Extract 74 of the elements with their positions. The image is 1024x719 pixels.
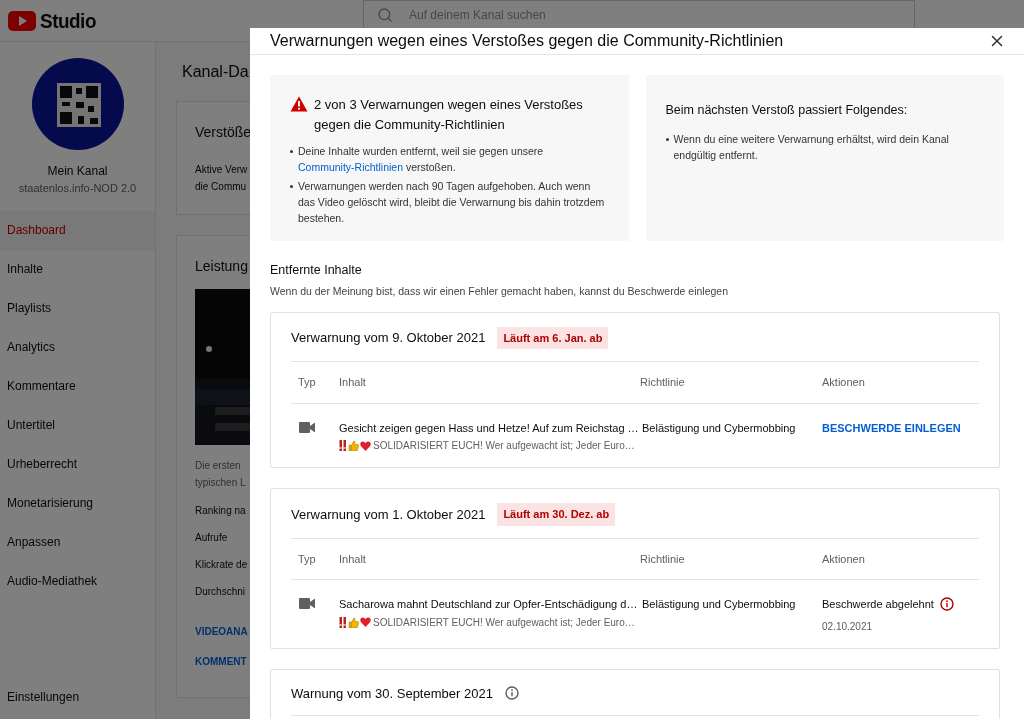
sidebar-item[interactable]: Playlists — [0, 288, 155, 328]
guidelines-link[interactable]: Community-Richtlinien — [298, 161, 404, 173]
metric-label: Klickrate de — [195, 558, 248, 572]
play-logo-icon[interactable] — [8, 10, 36, 31]
column-header: Inhalt — [339, 375, 367, 390]
card-title: Leistung — [195, 257, 248, 276]
double-exclamation-icon — [339, 440, 347, 451]
column-header: Typ — [297, 551, 317, 567]
column-header: Richtlinie — [640, 551, 686, 567]
warning-icon — [290, 96, 308, 112]
sidebar-item[interactable]: Dashboard — [0, 210, 155, 250]
bullet-icon — [290, 185, 293, 188]
appeal-button[interactable]: BESCHWERDE EINLEGEN — [822, 419, 979, 436]
dialog-title: Verwarnungen wegen eines Verstoßes gegen die Community-Richtlinien — [270, 31, 784, 51]
strike-title: Verwarnung vom 9. Oktober 2021 — [291, 329, 486, 347]
section-subtitle: Wenn du der Meinung bist, dass wir einen Fehler gemacht haben, kannst du Beschwerde einlegen — [270, 283, 729, 299]
bullet-text: Verwarnungen werden nach 90 Tagen aufgehoben. Auch wenn das Video gelöscht wird, bleibt die Verwarnung bis dahin trotzdem bestehen. — [298, 179, 606, 226]
video-camera-icon — [299, 598, 315, 609]
search-icon — [377, 7, 393, 23]
section-title: Entfernte Inhalte — [270, 262, 363, 279]
column-header: Aktionen — [822, 551, 866, 567]
consequence-title: Beim nächsten Verstoß passiert Folgendes: — [665, 103, 908, 117]
bullet-text: Wenn du eine weitere Verwarnung erhältst, wird dein Kanal endgültig entfernt. — [673, 132, 950, 163]
policy-cell-text: Belästigung und Cybermobbing — [641, 420, 797, 436]
column-header: Richtlinie — [640, 375, 686, 390]
column-header: Aktionen — [822, 375, 866, 390]
expiry-badge: Läuft am 6. Jan. ab — [497, 326, 609, 349]
page-title: Kanal-Da — [181, 62, 249, 82]
appeal-date: 02.10.2021 — [822, 619, 874, 634]
card-text: die Commu — [195, 180, 247, 194]
video-description: SOLIDARISIERT EUCH! Wer aufgewacht ist; Jeder Euro… — [373, 615, 635, 630]
info-icon[interactable] — [504, 686, 519, 701]
bullet-icon — [665, 138, 669, 141]
card-text: Die ersten — [195, 459, 241, 473]
metric-label: Ranking na — [195, 504, 246, 518]
sidebar-item[interactable]: Analytics — [0, 327, 155, 367]
summary-title: 2 von 3 Verwarnungen wegen eines Verstoßes gegen die Community-Richtlinien — [314, 96, 584, 134]
video-description: SOLIDARISIERT EUCH! Wer aufgewacht ist; Jeder Euro… — [373, 439, 635, 453]
appeal-status: Beschwerde abgelehnt — [822, 597, 934, 612]
sidebar-item[interactable]: Einstellungen — [0, 675, 155, 719]
video-title[interactable]: Gesicht zeigen gegen Hass und Hetze! Auf zum Reichstag … — [339, 419, 640, 436]
metric-label: Aufrufe — [195, 531, 228, 545]
card-text: Aktive Verw — [195, 163, 248, 177]
sidebar-item[interactable]: Kommentare — [0, 366, 155, 406]
card-text: typischen L — [195, 476, 246, 490]
card-link[interactable]: VIDEOANA — [195, 617, 248, 647]
sidebar-item[interactable]: Urheberrecht — [0, 444, 155, 484]
heart-icon — [360, 617, 371, 627]
card-title: Verstöße — [195, 123, 252, 142]
bullet-text: Deine Inhalte wurden entfernt, weil sie gegen unsere Community-Richtlinien verstoßen. — [298, 144, 545, 175]
logo-text[interactable]: Studio — [40, 4, 96, 37]
strike-title: Warnung vom 30. September 2021 — [291, 684, 493, 703]
double-exclamation-icon — [339, 616, 347, 628]
video-title[interactable]: Sacharowa mahnt Deutschland zur Opfer-Entschädigung d… — [339, 596, 640, 613]
info-icon[interactable] — [939, 597, 954, 612]
channel-name: Mein Kanal — [47, 163, 108, 180]
card-link[interactable]: KOMMENT — [195, 647, 247, 677]
metric-label: Durchschni — [195, 585, 246, 599]
policy-cell-text: Belästigung und Cybermobbing — [641, 597, 797, 612]
expiry-badge: Läuft am 30. Dez. ab — [497, 503, 616, 526]
sidebar-item[interactable]: Monetarisierung — [0, 483, 155, 523]
qr-code-avatar[interactable] — [31, 58, 124, 150]
strike-title: Verwarnung vom 1. Oktober 2021 — [291, 505, 486, 524]
thumbs-up-icon — [348, 616, 359, 628]
channel-subtitle: staatenlos.info-NOD 2.0 — [18, 181, 137, 196]
video-camera-icon — [299, 421, 315, 433]
bullet-icon — [290, 150, 293, 153]
heart-icon — [360, 440, 371, 451]
thumbs-up-icon — [348, 440, 359, 451]
sidebar-item[interactable]: Audio-Mediathek — [0, 561, 155, 601]
sidebar-item[interactable]: Untertitel — [0, 405, 155, 445]
sidebar-item[interactable]: Anpassen — [0, 522, 155, 562]
column-header: Inhalt — [339, 551, 367, 567]
column-header: Typ — [297, 375, 317, 390]
